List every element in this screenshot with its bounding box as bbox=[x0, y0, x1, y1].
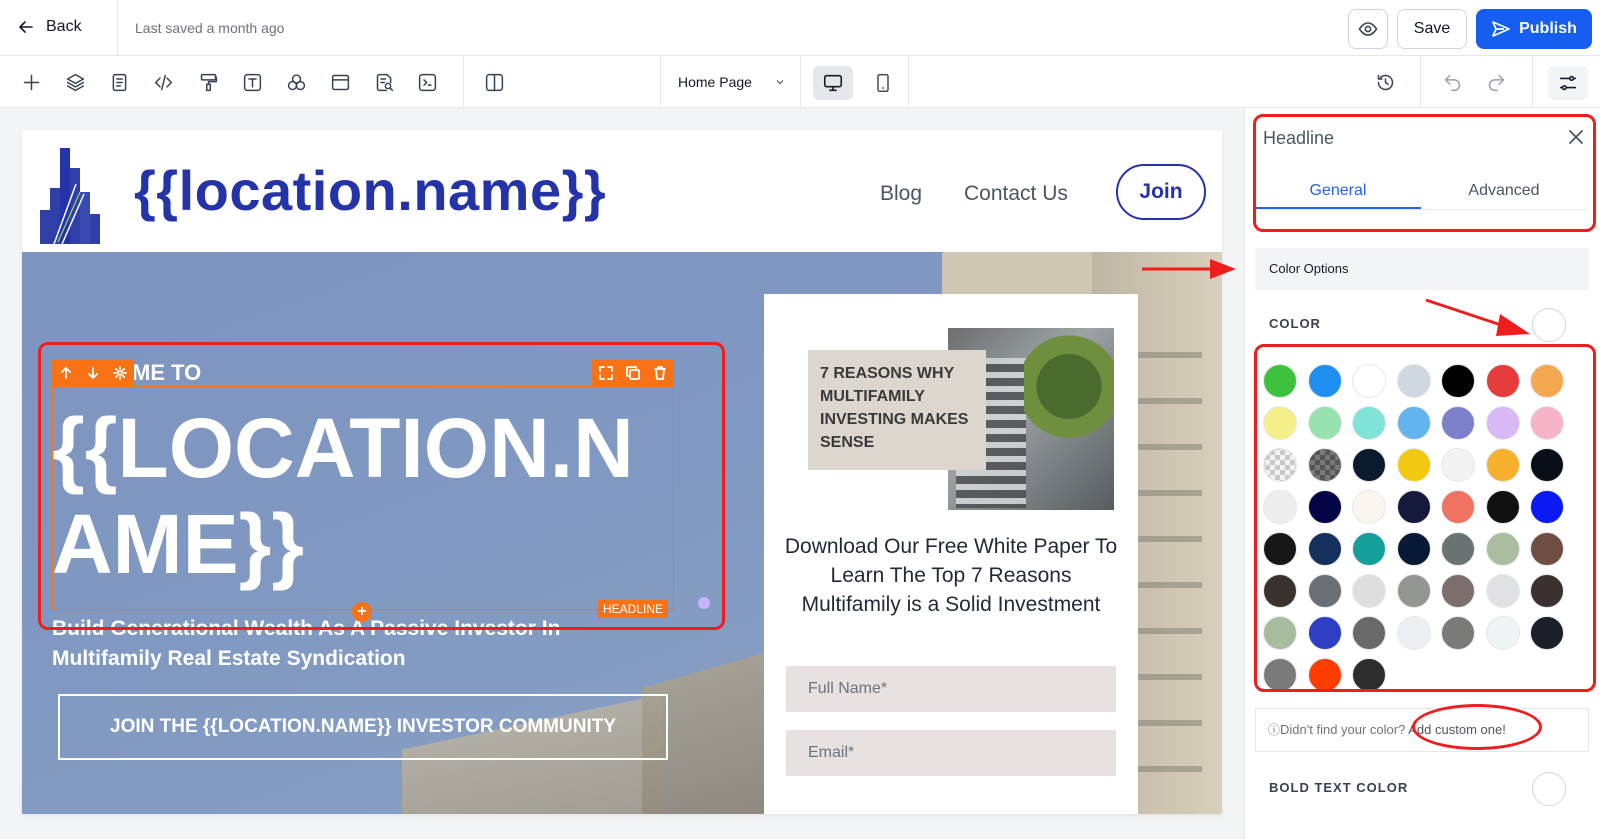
site-title: {{location.name}} bbox=[134, 159, 607, 222]
publish-label: Publish bbox=[1519, 20, 1577, 37]
nav-link-contact[interactable]: Contact Us bbox=[964, 182, 1068, 206]
sections-button[interactable] bbox=[328, 70, 352, 94]
mobile-view-button[interactable] bbox=[866, 66, 900, 100]
info-icon: ⓘ bbox=[1268, 723, 1281, 737]
desktop-icon bbox=[823, 74, 843, 92]
back-label: Back bbox=[46, 18, 82, 35]
full-name-field[interactable]: Full Name* bbox=[786, 666, 1116, 712]
eye-icon bbox=[1358, 22, 1378, 36]
divider bbox=[463, 56, 464, 108]
layers-button[interactable] bbox=[63, 70, 87, 94]
history-button[interactable] bbox=[1373, 70, 1397, 94]
bold-text-color-label: BOLD TEXT COLOR bbox=[1269, 780, 1409, 795]
pages-button[interactable] bbox=[107, 70, 131, 94]
divider bbox=[660, 56, 661, 108]
plus-icon bbox=[23, 74, 39, 90]
divider bbox=[117, 0, 118, 56]
page-select[interactable]: Home Page bbox=[678, 74, 786, 90]
lead-form-card: 7 REASONS WHY MULTIFAMILY INVESTING MAKE… bbox=[764, 294, 1138, 814]
custom-js-button[interactable] bbox=[415, 70, 439, 94]
color-options-header[interactable]: Color Options bbox=[1255, 248, 1589, 290]
text-icon bbox=[243, 73, 261, 91]
annotation-highlight-panel-header bbox=[1253, 114, 1596, 232]
divider bbox=[1532, 56, 1533, 108]
elements-icon bbox=[287, 73, 305, 90]
building-logo-icon bbox=[40, 148, 100, 244]
terminal-icon bbox=[418, 73, 436, 91]
search-doc-icon bbox=[376, 73, 393, 91]
mobile-icon bbox=[877, 73, 889, 93]
elements-button[interactable] bbox=[284, 70, 308, 94]
divider bbox=[800, 56, 801, 108]
save-button[interactable]: Save bbox=[1397, 9, 1467, 49]
browser-icon bbox=[331, 74, 349, 90]
top-bar: Back Last saved a month ago Save Publish bbox=[0, 0, 1600, 56]
preview-button[interactable] bbox=[1348, 9, 1388, 49]
seo-button[interactable] bbox=[372, 70, 396, 94]
desktop-view-button[interactable] bbox=[813, 66, 853, 100]
publish-button[interactable]: Publish bbox=[1476, 9, 1592, 49]
color-picker-swatch[interactable] bbox=[1532, 308, 1566, 342]
divider bbox=[1420, 56, 1421, 108]
layout-button[interactable] bbox=[482, 70, 506, 94]
history-icon bbox=[1377, 74, 1393, 90]
undo-button[interactable] bbox=[1440, 70, 1464, 94]
arrow-left-icon bbox=[19, 21, 33, 33]
paint-roller-icon bbox=[200, 73, 217, 91]
annotation-arrow-down-right-icon bbox=[1425, 298, 1530, 336]
layers-icon bbox=[66, 73, 84, 91]
annotation-arrow-right-icon bbox=[1142, 259, 1236, 279]
settings-panel-toggle[interactable] bbox=[1548, 66, 1588, 100]
columns-icon bbox=[485, 73, 503, 91]
editor-toolbar: Home Page bbox=[0, 56, 1600, 108]
pages-icon bbox=[112, 73, 126, 91]
join-community-button[interactable]: JOIN THE {{LOCATION.NAME}} INVESTOR COMM… bbox=[58, 694, 668, 760]
sliders-icon bbox=[1559, 75, 1577, 91]
whitepaper-cover-title: 7 REASONS WHY MULTIFAMILY INVESTING MAKE… bbox=[808, 350, 986, 470]
nav-join-button[interactable]: Join bbox=[1116, 164, 1206, 220]
photo-tree bbox=[1024, 328, 1114, 458]
code-icon bbox=[154, 74, 172, 90]
code-button[interactable] bbox=[151, 70, 175, 94]
add-element-button[interactable] bbox=[19, 70, 43, 94]
annotation-highlight-swatches bbox=[1254, 344, 1596, 692]
email-field[interactable]: Email* bbox=[786, 730, 1116, 776]
whitepaper-description: Download Our Free White Paper To Learn T… bbox=[784, 535, 1118, 616]
site-header[interactable]: {{location.name}} Blog Contact Us Join bbox=[22, 130, 1222, 252]
redo-icon bbox=[1488, 74, 1504, 91]
custom-color-prompt: Didn't find your color? bbox=[1280, 722, 1406, 737]
save-status: Last saved a month ago bbox=[135, 20, 285, 36]
redo-button[interactable] bbox=[1484, 70, 1508, 94]
color-label: COLOR bbox=[1269, 316, 1321, 331]
text-button[interactable] bbox=[240, 70, 264, 94]
divider bbox=[908, 56, 909, 108]
styles-button[interactable] bbox=[196, 70, 220, 94]
back-button[interactable]: Back bbox=[18, 18, 82, 36]
annotation-highlight-headline bbox=[38, 342, 725, 630]
chevron-down-icon bbox=[776, 80, 784, 85]
send-icon bbox=[1492, 21, 1510, 37]
undo-icon bbox=[1444, 74, 1460, 91]
page-select-value: Home Page bbox=[678, 74, 752, 90]
nav-link-blog[interactable]: Blog bbox=[880, 182, 922, 206]
annotation-circle-custom-link bbox=[1412, 704, 1542, 750]
bold-color-picker-swatch[interactable] bbox=[1532, 772, 1566, 806]
